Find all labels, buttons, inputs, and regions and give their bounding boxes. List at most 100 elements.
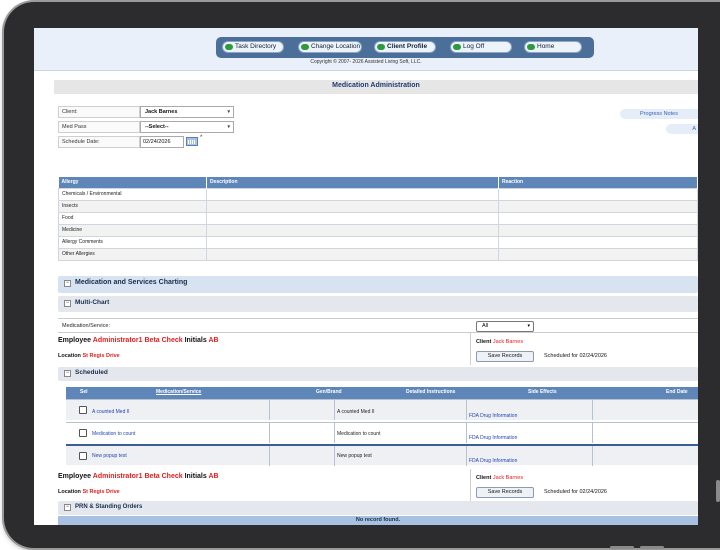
location-line: Location St Regis Drive — [58, 353, 120, 359]
page-title: Medication Administration — [332, 82, 420, 89]
nav-task-directory[interactable]: Task Directory — [222, 41, 284, 53]
progress-notes-link[interactable]: Progress Notes — [620, 109, 698, 119]
required-star: * — [200, 135, 203, 141]
allergy-col-header: Allergy — [58, 177, 207, 188]
table-row: Insects — [58, 199, 698, 213]
collapse-icon[interactable]: − — [64, 504, 71, 511]
description-cell — [206, 235, 499, 249]
save-records-button[interactable]: Save Records — [476, 351, 534, 362]
cell-divider — [592, 446, 593, 466]
scheduled-section-header[interactable]: − Scheduled — [58, 367, 698, 381]
nav-label: Task Directory — [235, 43, 277, 50]
copyright: Copyright © 2007- 2026 Assisted Living S… — [310, 59, 422, 65]
instructions-col-header: Detailed Instructions — [406, 389, 456, 395]
collapse-icon[interactable]: − — [64, 300, 71, 307]
medication-col-header[interactable]: Medication/Service — [156, 389, 201, 395]
nav-icon — [225, 44, 233, 50]
instructions-cell: New popup test — [337, 453, 372, 459]
nav-home[interactable]: Home — [524, 41, 582, 53]
client-info-name: Jack Barnes — [492, 339, 524, 345]
description-col-header: Description — [206, 177, 499, 188]
med-service-select[interactable]: All ▾ — [476, 321, 534, 332]
header: Task Directory Change Location Client Pr… — [34, 28, 698, 71]
chevron-down-icon: ▾ — [227, 109, 230, 115]
cell-divider — [269, 446, 270, 466]
schedule-date-input[interactable]: 02/24/2026 — [140, 136, 184, 148]
tablet-bottom-button-left — [610, 546, 634, 549]
save-records-button[interactable]: Save Records — [476, 487, 534, 498]
client-value: Jack Barnes — [145, 109, 178, 115]
side-link-a[interactable]: A — [666, 124, 698, 134]
client-info-label: Client — [476, 475, 492, 481]
nav-change-location[interactable]: Change Location — [298, 41, 362, 53]
page-title-bar: Medication Administration — [54, 80, 698, 94]
collapse-icon[interactable]: − — [64, 370, 71, 377]
allergy-cell: Food — [58, 211, 207, 225]
section-title: Scheduled — [75, 369, 108, 376]
table-row: Medication to count Medication to count … — [66, 422, 698, 443]
select-checkbox[interactable] — [79, 406, 87, 414]
med-service-value: All — [482, 323, 489, 329]
med-pass-label: Med Pass — [58, 121, 140, 133]
section-title: Medication and Services Charting — [75, 279, 188, 286]
nav-log-off[interactable]: Log Off — [450, 41, 512, 53]
scheduled-table-header: Sel Medication/Service Gen/Brand Detaile… — [66, 387, 698, 399]
medication-link[interactable]: A counted Med II — [92, 409, 130, 415]
side-effects-link[interactable]: FDA Drug Information — [469, 435, 517, 441]
cell-divider — [269, 423, 270, 443]
nav-label: Log Off — [463, 43, 485, 50]
reaction-col-header: Reaction — [498, 177, 698, 188]
table-row: Chemicals / Environmental — [58, 187, 698, 201]
chevron-down-icon: ▾ — [227, 124, 230, 130]
initials-value: AB — [208, 473, 219, 480]
home-icon — [527, 44, 535, 50]
gen-brand-col-header: Gen/Brand — [316, 389, 342, 395]
tablet-bottom-button-right — [640, 546, 664, 549]
allergy-cell: Other Allergies — [58, 247, 207, 261]
calendar-icon[interactable] — [186, 137, 198, 146]
medication-link[interactable]: Medication to count — [92, 431, 135, 437]
side-effects-link[interactable]: FDA Drug Information — [469, 413, 517, 419]
cell-divider — [592, 423, 593, 443]
sel-col-header: Sel — [80, 389, 88, 395]
reaction-cell — [498, 199, 698, 213]
select-checkbox[interactable] — [79, 452, 87, 460]
employee-name: Administrator1 Beta Check — [92, 337, 183, 344]
table-row: Food — [58, 211, 698, 225]
collapse-icon[interactable]: − — [64, 280, 71, 287]
allergy-table: Allergy Description Reaction Chemicals /… — [58, 177, 698, 261]
allergy-cell: Medicine — [58, 223, 207, 237]
scheduled-for-text: Scheduled for 02/24/2026 — [544, 353, 607, 359]
med-pass-select[interactable]: --Select-- ▾ — [140, 121, 234, 133]
reaction-cell — [498, 211, 698, 225]
charting-section-header[interactable]: − Medication and Services Charting — [58, 276, 698, 293]
location-name: St Regis Drive — [82, 353, 120, 359]
tablet-side-button — [716, 480, 720, 502]
client-select[interactable]: Jack Barnes ▾ — [140, 106, 234, 118]
select-checkbox[interactable] — [79, 429, 87, 437]
column-divider — [470, 469, 471, 501]
client-line: Client Jack Barnes — [476, 339, 523, 345]
nav-label: Change Location — [311, 43, 361, 50]
prn-section-header[interactable]: − PRN & Standing Orders — [58, 501, 698, 515]
side-effects-link[interactable]: FDA Drug Information — [469, 458, 517, 464]
schedule-date-label: Schedule Date: — [58, 136, 140, 148]
med-service-label: Medication/Service: — [62, 323, 110, 329]
cell-divider — [466, 446, 467, 466]
side-effects-col-header: Side Effects — [528, 389, 557, 395]
chevron-down-icon: ▾ — [527, 323, 530, 329]
medication-link[interactable]: New popup test — [92, 453, 127, 459]
table-row: New popup test New popup test FDA Drug I… — [66, 444, 698, 466]
multi-chart-section-header[interactable]: − Multi-Chart — [58, 296, 698, 312]
location-label: Location — [58, 489, 81, 495]
nav-client-profile[interactable]: Client Profile — [374, 41, 436, 53]
allergy-header-row: Allergy Description Reaction — [58, 177, 698, 188]
med-service-row: Medication/Service: All ▾ — [58, 318, 698, 333]
reaction-cell — [498, 187, 698, 201]
initials-label: Initials — [184, 473, 207, 480]
initials-value: AB — [208, 337, 219, 344]
nav-label: Client Profile — [387, 43, 428, 50]
description-cell — [206, 247, 499, 261]
cell-divider — [334, 400, 335, 420]
reaction-cell — [498, 247, 698, 261]
